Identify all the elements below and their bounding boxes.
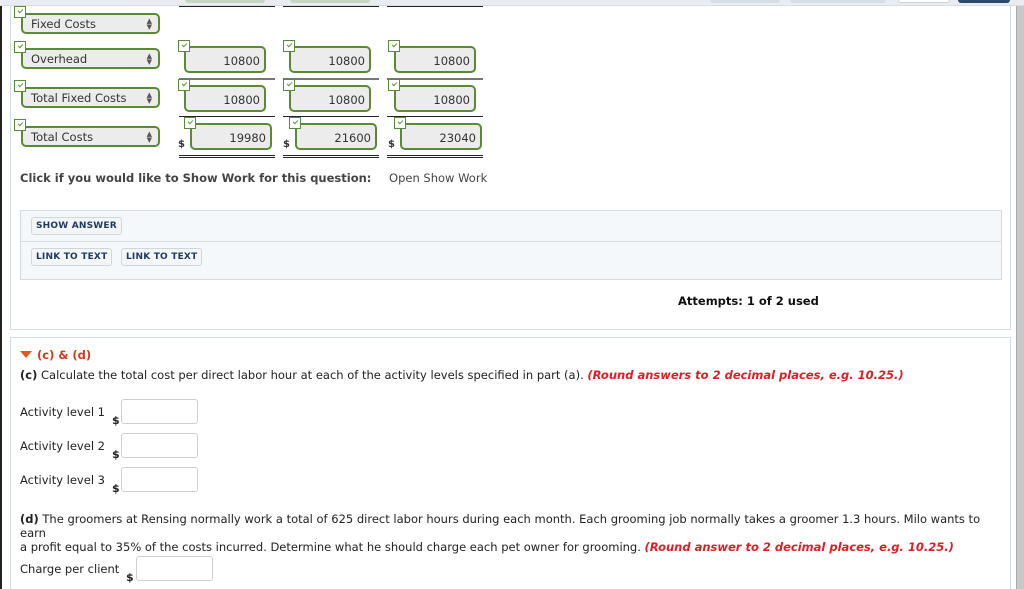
check-icon xyxy=(388,40,400,52)
value-input[interactable]: 19980 xyxy=(190,123,272,150)
select-value: Fixed Costs xyxy=(31,17,97,31)
attempts-counter: Attempts: 1 of 2 used xyxy=(678,294,819,308)
question-panel: (c) & (d) (c) Calculate the total cost p… xyxy=(10,337,1011,589)
toolbar-primary-button[interactable] xyxy=(958,0,1010,3)
currency-symbol: $ xyxy=(283,139,290,150)
check-icon xyxy=(14,41,26,53)
activity-level-1-input[interactable] xyxy=(121,399,198,424)
overhead-cell-3[interactable]: 10800 xyxy=(388,40,478,74)
currency-symbol: $ xyxy=(388,139,395,150)
value-input[interactable]: 10800 xyxy=(394,46,476,73)
value-input[interactable]: 23040 xyxy=(400,123,482,150)
check-icon xyxy=(289,117,301,129)
activity-level-3-input[interactable] xyxy=(121,467,198,492)
check-icon xyxy=(178,79,190,91)
row-label-select[interactable]: Total Fixed Costs ▲ ▼ xyxy=(14,80,162,108)
row-label-select[interactable]: Overhead ▲ ▼ xyxy=(14,41,162,69)
check-icon xyxy=(14,6,26,18)
currency-symbol: $ xyxy=(126,571,134,584)
currency-symbol: $ xyxy=(178,139,185,150)
charge-per-client-input[interactable] xyxy=(136,556,213,581)
check-icon xyxy=(178,40,190,52)
input-label: Activity level 3 xyxy=(20,473,105,487)
select-value: Overhead xyxy=(31,52,88,66)
part-label: (c) xyxy=(20,368,38,382)
column-rule xyxy=(179,6,275,7)
part-label: (d) xyxy=(20,512,39,526)
link-to-text-button[interactable]: LINK TO TEXT xyxy=(31,248,113,266)
value-input[interactable]: 10800 xyxy=(394,85,476,112)
overhead-cell-1[interactable]: 10800 xyxy=(178,40,268,74)
part-c-prompt: (c) Calculate the total cost per direct … xyxy=(20,368,904,382)
worksheet-panel: Fixed Costs ▲ ▼ Overhead ▲ ▼ 10800 10800 1… xyxy=(10,6,1011,330)
column-rule xyxy=(283,6,379,7)
scrollbar[interactable] xyxy=(1016,6,1024,589)
currency-symbol: $ xyxy=(112,414,120,427)
fixed-costs-select[interactable]: Fixed Costs ▲ ▼ xyxy=(21,13,160,34)
total-costs-cell-2[interactable]: $ 21600 xyxy=(283,117,379,151)
check-icon xyxy=(283,40,295,52)
check-icon xyxy=(394,117,406,129)
grand-total-rule xyxy=(179,155,275,159)
check-icon xyxy=(14,80,26,92)
overhead-cell-2[interactable]: 10800 xyxy=(283,40,373,74)
show-work-label: Click if you would like to Show Work for… xyxy=(20,171,372,185)
updown-arrows-icon: ▲ ▼ xyxy=(146,52,152,66)
row-label-select[interactable]: Total Costs ▲ ▼ xyxy=(14,119,162,147)
input-label: Charge per client xyxy=(20,562,120,576)
check-icon xyxy=(283,79,295,91)
input-label: Activity level 1 xyxy=(20,405,105,419)
column-rule xyxy=(387,6,483,7)
overhead-select[interactable]: Overhead ▲ ▼ xyxy=(21,48,160,69)
column-header-2 xyxy=(290,0,370,3)
check-icon xyxy=(184,117,196,129)
input-label: Activity level 2 xyxy=(20,439,105,453)
value-input[interactable]: 21600 xyxy=(295,123,377,150)
value-input[interactable]: 10800 xyxy=(289,46,371,73)
show-answer-button[interactable]: SHOW ANSWER xyxy=(31,217,122,235)
updown-arrows-icon: ▲ ▼ xyxy=(146,130,152,144)
answer-tools: SHOW ANSWER LINK TO TEXT LINK TO TEXT xyxy=(20,210,1002,280)
link-to-text-button[interactable]: LINK TO TEXT xyxy=(121,248,203,266)
currency-symbol: $ xyxy=(112,448,120,461)
total-costs-cell-3[interactable]: $ 23040 xyxy=(388,117,484,151)
column-header-1 xyxy=(185,0,265,3)
section-title: (c) & (d) xyxy=(37,348,92,362)
value-input[interactable]: 10800 xyxy=(184,85,266,112)
part-d-prompt: (d) The groomers at Rensing normally wor… xyxy=(20,512,1005,554)
part-c-text: Calculate the total cost per direct labo… xyxy=(37,368,588,382)
check-icon xyxy=(388,79,400,91)
value-input[interactable]: 10800 xyxy=(289,85,371,112)
toolbar-button[interactable] xyxy=(790,0,886,3)
row-label-select[interactable]: Fixed Costs ▲ ▼ xyxy=(14,6,162,34)
rounding-note: (Round answer to 2 decimal places, e.g. … xyxy=(644,540,954,554)
toolbar-button[interactable] xyxy=(898,0,950,3)
toolbar-button[interactable] xyxy=(710,0,780,3)
divider xyxy=(21,241,1001,242)
part-d-text-line1: The groomers at Rensing normally work a … xyxy=(20,512,981,540)
total-fixed-cell-3[interactable]: 10800 xyxy=(388,79,478,113)
rounding-note: (Round answers to 2 decimal places, e.g.… xyxy=(587,368,904,382)
grand-total-rule xyxy=(387,155,483,159)
total-fixed-costs-select[interactable]: Total Fixed Costs ▲ ▼ xyxy=(21,87,160,108)
total-fixed-cell-1[interactable]: 10800 xyxy=(178,79,268,113)
window-border xyxy=(0,6,2,589)
activity-level-2-input[interactable] xyxy=(121,433,198,458)
select-value: Total Fixed Costs xyxy=(31,91,127,105)
total-fixed-cell-2[interactable]: 10800 xyxy=(283,79,373,113)
updown-arrows-icon: ▲ ▼ xyxy=(146,17,152,31)
total-costs-select[interactable]: Total Costs ▲ ▼ xyxy=(21,126,160,147)
grand-total-rule xyxy=(283,155,379,159)
collapse-triangle-icon xyxy=(20,351,32,358)
updown-arrows-icon: ▲ ▼ xyxy=(146,91,152,105)
currency-symbol: $ xyxy=(112,482,120,495)
section-toggle[interactable]: (c) & (d) xyxy=(20,348,91,362)
value-input[interactable]: 10800 xyxy=(184,46,266,73)
select-value: Total Costs xyxy=(31,130,94,144)
check-icon xyxy=(14,119,26,131)
part-d-text-line2: a profit equal to 35% of the costs incur… xyxy=(20,540,645,554)
show-work-row: Click if you would like to Show Work for… xyxy=(20,171,487,185)
total-costs-cell-1[interactable]: $ 19980 xyxy=(178,117,274,151)
open-show-work-link[interactable]: Open Show Work xyxy=(389,171,487,185)
